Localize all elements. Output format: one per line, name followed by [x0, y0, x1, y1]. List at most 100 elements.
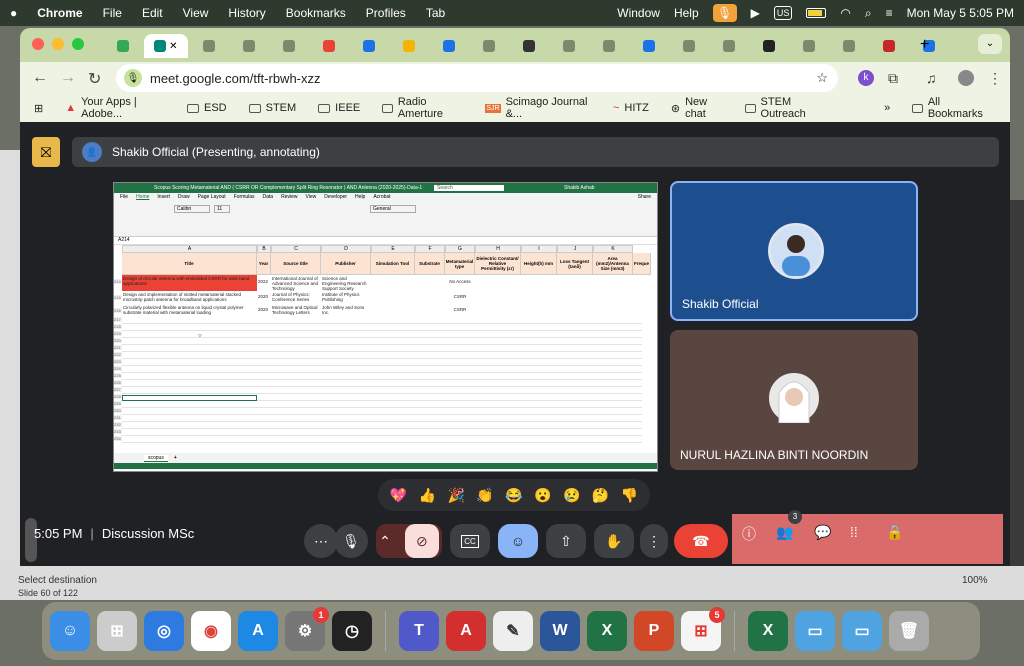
participant-tile-nurul[interactable]: NURUL HAZLINA BINTI NOORDIN	[670, 330, 918, 470]
header-cell[interactable]: Freque	[633, 253, 651, 274]
extension-k-icon[interactable]: k	[858, 70, 874, 86]
cell-year[interactable]: 2020	[257, 304, 271, 317]
apps-grid-icon[interactable]: ⊞	[34, 102, 43, 115]
menu-bookmarks[interactable]: Bookmarks	[286, 6, 346, 20]
reaction-thumbs-up[interactable]: 👍	[419, 487, 436, 504]
menu-tab[interactable]: Tab	[426, 6, 445, 20]
profile-avatar[interactable]	[958, 70, 974, 86]
cell-year[interactable]: 2022	[257, 275, 271, 291]
captions-button[interactable]: CC	[450, 524, 490, 558]
add-sheet-icon[interactable]: +	[174, 455, 177, 461]
reaction-heart[interactable]: 💖	[390, 487, 407, 504]
cell-publisher[interactable]: Science and Engineering Research Support…	[321, 275, 371, 291]
bookmark-stem[interactable]: STEM	[248, 102, 296, 114]
forward-button[interactable]: →	[60, 69, 76, 87]
close-window-button[interactable]	[32, 38, 44, 50]
stop-presenting-icon[interactable]: ⛝	[32, 137, 60, 167]
cell-publisher[interactable]: Institute of Physics Publishing	[321, 291, 371, 304]
tab[interactable]	[270, 34, 308, 58]
bookmark-stem-outreach[interactable]: STEM Outreach	[744, 96, 828, 120]
header-cell[interactable]: Area (mm2)/Antenna Size (mm3)	[593, 253, 633, 274]
menu-view[interactable]: View	[183, 6, 209, 20]
tab[interactable]	[310, 34, 348, 58]
chrome-icon[interactable]: ◉	[191, 611, 231, 651]
maximize-window-button[interactable]	[72, 38, 84, 50]
cell-type[interactable]: CSRR	[445, 304, 475, 317]
header-cell[interactable]: Height(h) mm	[521, 253, 557, 274]
reaction-sad[interactable]: 😢	[563, 487, 580, 504]
cell-title[interactable]: Design of circular antenna with embedded…	[122, 275, 257, 291]
cell-year[interactable]: 2020	[257, 291, 271, 304]
header-cell[interactable]: Dielectric Constant/ Relative Permittivi…	[475, 253, 521, 274]
input-source[interactable]: US	[773, 6, 793, 20]
bookmark-adobe[interactable]: ▲ Your Apps | Adobe...	[65, 96, 165, 120]
clock-app-icon[interactable]: ◷	[332, 611, 372, 651]
excel-share-button[interactable]: Share	[638, 194, 651, 200]
tab[interactable]	[470, 34, 508, 58]
font-name-box[interactable]: Calibri	[174, 205, 210, 213]
header-cell[interactable]: Metamaterial type	[445, 253, 475, 274]
sheet-tab-scopus[interactable]: scopus	[144, 454, 168, 462]
ribbon-tab[interactable]: View	[306, 194, 317, 200]
finder-icon[interactable]: ☺	[50, 611, 90, 651]
ribbon-tab[interactable]: Developer	[324, 194, 347, 200]
meeting-details-icon[interactable]: ⓘ	[742, 524, 756, 544]
bookmark-star-icon[interactable]: ☆	[816, 70, 828, 86]
header-cell[interactable]: Simulation Tool	[371, 253, 415, 274]
powerpoint-icon[interactable]: P	[634, 611, 674, 651]
chat-icon[interactable]: 💬	[814, 524, 831, 541]
app-name[interactable]: Chrome	[37, 6, 82, 20]
menu-profiles[interactable]: Profiles	[366, 6, 406, 20]
ribbon-tab[interactable]: Acrobat	[373, 194, 390, 200]
cell-empty[interactable]	[371, 304, 445, 317]
folder-icon[interactable]: ▭	[795, 611, 835, 651]
ribbon-tab[interactable]: Data	[263, 194, 274, 200]
reaction-party[interactable]: 🎉	[447, 487, 464, 504]
ribbon-tab[interactable]: File	[120, 194, 128, 200]
cell-type[interactable]: CSRR	[445, 291, 475, 304]
microphone-button[interactable]: 🎙	[334, 524, 368, 558]
search-icon[interactable]: ⌕	[865, 6, 872, 21]
reaction-surprised[interactable]: 😮	[534, 487, 551, 504]
tab-active-meet[interactable]: ✕	[144, 34, 188, 58]
bookmark-scimago[interactable]: SJR Scimago Journal &...	[485, 96, 591, 120]
wifi-icon[interactable]: ◠	[840, 6, 850, 20]
menu-history[interactable]: History	[228, 6, 265, 20]
ribbon-tab[interactable]: Page Layout	[198, 194, 226, 200]
bookmark-new-chat[interactable]: ⊛ New chat	[671, 96, 723, 120]
address-bar[interactable]: 🎙 meet.google.com/tft-rbwh-xzz ☆	[116, 64, 838, 92]
tab[interactable]	[830, 34, 868, 58]
cell-title[interactable]: Circularly polarized flexible antenna on…	[122, 304, 257, 317]
excel-document-icon[interactable]: X	[748, 611, 788, 651]
bookmark-hitz[interactable]: ~ HITZ	[613, 102, 649, 114]
participant-tile-shakib[interactable]: Shakib Official	[670, 181, 918, 321]
header-cell[interactable]: Year	[257, 253, 271, 274]
play-icon[interactable]: ▶	[751, 6, 760, 20]
minimize-window-button[interactable]	[52, 38, 64, 50]
microsoft-store-icon[interactable]: ⊞ 5	[681, 607, 725, 651]
cell-empty[interactable]	[371, 275, 445, 291]
microphone-status-icon[interactable]: 🎙	[712, 4, 737, 22]
reaction-clap[interactable]: 👏	[476, 487, 493, 504]
excel-icon[interactable]: X	[587, 611, 627, 651]
people-icon[interactable]: 👥	[776, 524, 793, 541]
ribbon-tab[interactable]: Formulas	[234, 194, 255, 200]
tab[interactable]	[710, 34, 748, 58]
site-info-icon[interactable]: 🎙	[124, 69, 142, 87]
downloads-folder-icon[interactable]: ▭	[842, 611, 882, 651]
ribbon-tab[interactable]: Draw	[178, 194, 190, 200]
textedit-icon[interactable]: ✎	[493, 611, 533, 651]
safari-icon[interactable]: ◎	[144, 611, 184, 651]
host-controls-icon[interactable]: 🔒	[886, 524, 903, 541]
apple-icon[interactable]: ●	[10, 6, 17, 20]
clock[interactable]: Mon May 5 5:05 PM	[907, 6, 1014, 20]
ribbon-tab[interactable]: Insert	[157, 194, 170, 200]
system-settings-icon[interactable]: ⚙ 1	[285, 607, 329, 651]
tab[interactable]	[790, 34, 828, 58]
tab[interactable]	[550, 34, 588, 58]
tab[interactable]	[870, 34, 908, 58]
more-actions-button[interactable]: ⋯	[304, 524, 338, 558]
all-bookmarks[interactable]: All Bookmarks	[912, 96, 988, 120]
present-button[interactable]: ⇧	[546, 524, 586, 558]
tab[interactable]	[750, 34, 788, 58]
